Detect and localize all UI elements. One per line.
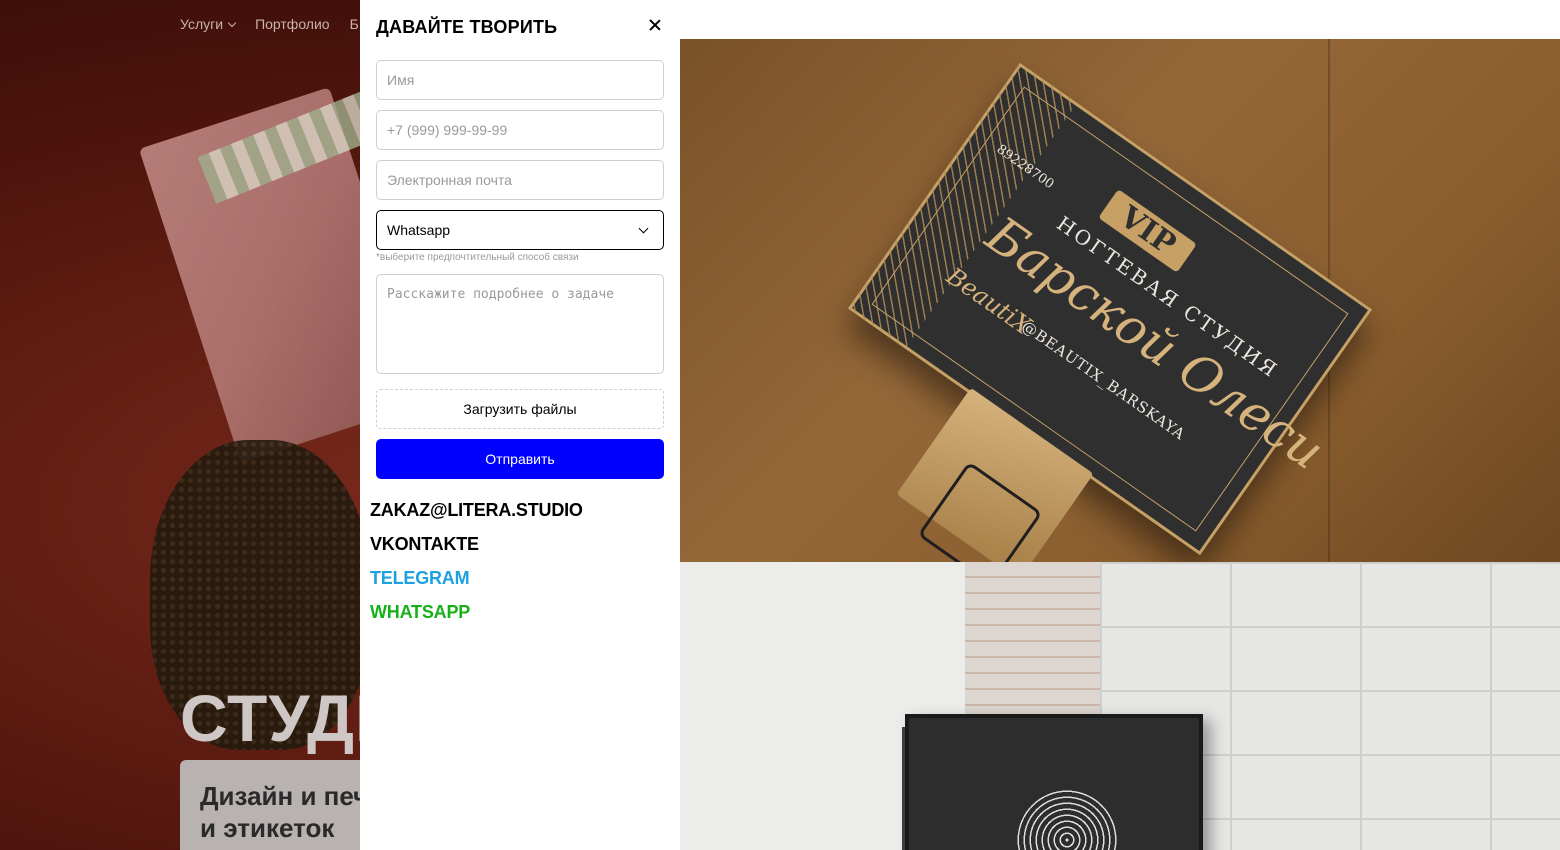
signboard: [905, 714, 1203, 850]
task-textarea[interactable]: [376, 274, 664, 374]
signboard-logo-icon: [1017, 790, 1117, 850]
background-nav: Услуги Портфолио Б: [180, 16, 359, 32]
business-card-mockup-image[interactable]: VIP НОГТЕВАЯ СТУДИЯ Барской Олеси 892287…: [680, 39, 1560, 562]
name-input[interactable]: [376, 60, 664, 100]
portfolio-image-column: VIP НОГТЕВАЯ СТУДИЯ Барской Олеси 892287…: [680, 0, 1560, 850]
signboard-mockup-image[interactable]: [680, 562, 1560, 850]
contact-method-hint: *выберите предпочтительный способ связи: [376, 252, 579, 263]
contact-method-select[interactable]: Whatsapp: [376, 210, 664, 250]
nav-item-portfolio[interactable]: Портфолио: [255, 16, 330, 32]
submit-button[interactable]: Отправить: [376, 439, 664, 479]
close-icon[interactable]: [645, 15, 665, 35]
contact-telegram-link[interactable]: TELEGRAM: [370, 568, 470, 589]
chevron-down-icon: [227, 18, 237, 28]
contact-whatsapp-link[interactable]: WHATSAPP: [370, 602, 470, 623]
contact-email-link[interactable]: ZAKAZ@LITERA.STUDIO: [370, 500, 583, 521]
chevron-down-icon: [638, 223, 649, 233]
upload-files-button[interactable]: Загрузить файлы: [376, 389, 664, 429]
nav-item-services[interactable]: Услуги: [180, 16, 237, 32]
contact-vk-link[interactable]: VKONTAKTE: [370, 534, 479, 555]
contact-method-value: Whatsapp: [387, 222, 451, 238]
modal-title: ДАВАЙТЕ ТВОРИТЬ: [376, 17, 558, 37]
nav-item-truncated[interactable]: Б: [350, 16, 359, 32]
hero-title: СТУДІ: [180, 681, 375, 755]
phone-input[interactable]: [376, 110, 664, 150]
email-input[interactable]: [376, 160, 664, 200]
contact-modal: ДАВАЙТЕ ТВОРИТЬ Whatsapp *выберите предп…: [360, 0, 680, 850]
